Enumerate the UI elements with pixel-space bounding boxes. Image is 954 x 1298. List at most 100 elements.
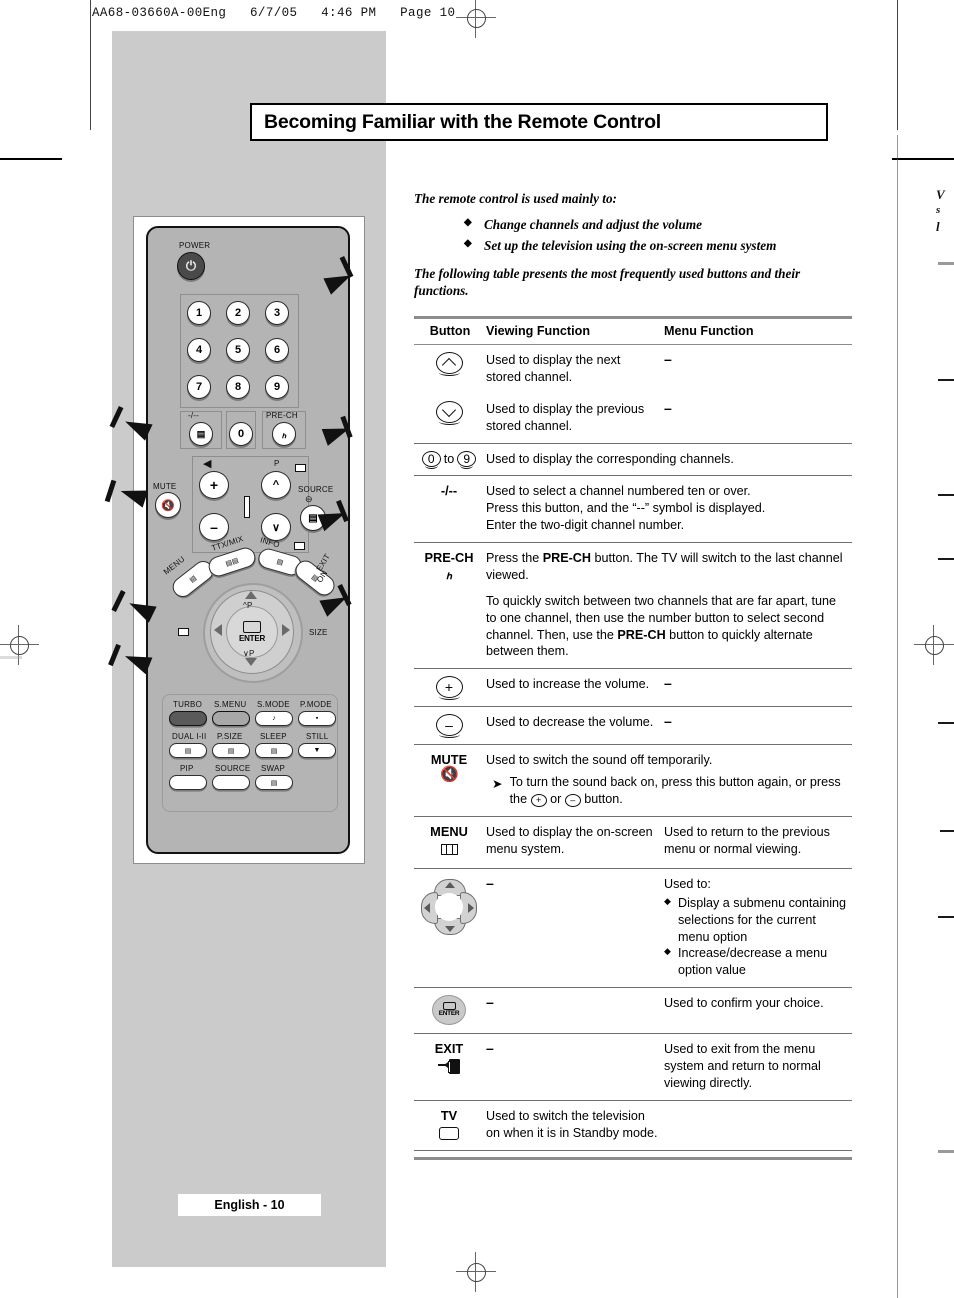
text-fragment: or (546, 792, 565, 806)
button-label-dash-slash: -/-- (440, 483, 458, 499)
menu-bullet-text: Increase/decrease a menu option value (678, 946, 828, 978)
edge-text-line: s (936, 204, 941, 217)
button-cell: PRE-CH ₕ (414, 543, 486, 668)
remote-body: POWER ⏻ 1 2 3 4 5 6 7 8 9 -/-- ▤ 0 PRE-C… (104, 226, 355, 854)
list-item: ◆ Set up the television using the on-scre… (464, 235, 854, 256)
remote-volume-down-button[interactable]: – (199, 513, 229, 541)
menu-function-cell: – (664, 675, 672, 692)
viewing-function-cell: – (486, 1040, 494, 1057)
remote-source2-label: SOURCE (215, 764, 251, 773)
remote-key-1[interactable]: 1 (187, 301, 211, 325)
number-nine-icon: 9 (457, 450, 477, 469)
remote-pre-ch-label: PRE-CH (266, 411, 298, 420)
remote-key-0[interactable]: 0 (229, 422, 253, 446)
viewing-function-cell: – (486, 874, 494, 891)
remote-p-mode-button[interactable]: ▪ (298, 711, 336, 726)
page-rule-right (897, 0, 899, 130)
button-label-tv: TV (440, 1107, 458, 1123)
remote-key-4[interactable]: 4 (187, 338, 211, 362)
diamond-bullet-icon: ◆ (664, 946, 671, 957)
remote-sleep-button[interactable]: ▤ (255, 743, 293, 758)
list-item: ◆ Increase/decrease a menu option value (664, 945, 850, 979)
remote-s-menu-button[interactable] (212, 711, 250, 726)
button-function-table: Button Viewing Function Menu Function Us… (414, 316, 852, 1160)
table-row: 0 to 9 Used to display the corresponding… (414, 444, 852, 477)
margin-tick (940, 830, 954, 833)
mute-note: ➤ To turn the sound back on, press this … (486, 774, 846, 808)
remote-swap-button[interactable]: ▤ (255, 775, 293, 790)
remote-s-menu-label: S.MENU (214, 700, 247, 709)
enter-arrow-icon (243, 621, 261, 633)
remote-key-5[interactable]: 5 (226, 338, 250, 362)
remote-source2-button[interactable] (212, 775, 250, 790)
remote-pre-ch-button[interactable]: ₕ (272, 422, 296, 446)
viewing-function-cell: Press the PRE-CH button. The TV will swi… (486, 543, 852, 668)
menu-icon (440, 843, 458, 855)
viewing-function-cell: Used to display the on-screen menu syste… (486, 824, 653, 856)
remote-mute-label: MUTE (153, 482, 177, 491)
table-row: EXIT – Used to exit from the menu system… (414, 1034, 852, 1101)
edge-text-line: l (936, 218, 940, 234)
pre-ch-swap-icon: ₕ (445, 567, 453, 583)
button-label-menu: MENU (430, 823, 468, 839)
table-row: -/-- Used to select a channel numbered t… (414, 476, 852, 543)
mute-icon: 🔇 (440, 766, 459, 784)
registration-mark-left (0, 625, 39, 665)
button-cell (414, 869, 486, 987)
remote-s-mode-button[interactable]: ♪ (255, 711, 293, 726)
page-rule-right-body (897, 135, 899, 1298)
remote-dash-slash-button[interactable]: ▤ (189, 422, 213, 446)
button-cell: MUTE 🔇 (414, 745, 486, 816)
remote-sleep-label: SLEEP (260, 732, 287, 741)
remote-power-button[interactable]: ⏻ (177, 252, 205, 280)
list-item: ◆ Display a submenu containing selections… (664, 895, 850, 946)
viewing-function-cell: Used to switch the television on when it… (486, 1108, 658, 1140)
column-header-button: Button (429, 324, 471, 338)
remote-volume-triangle-icon: ◀ (203, 458, 212, 470)
remote-pip-button[interactable] (169, 775, 207, 790)
remote-source-label: SOURCE (298, 485, 334, 494)
menu-function-cell: – (664, 351, 672, 367)
margin-tick (938, 494, 954, 497)
remote-s-mode-label: S.MODE (257, 700, 290, 709)
menu-bullet-text: Display a submenu containing selections … (678, 895, 847, 944)
remote-enter-label: ENTER (238, 634, 266, 643)
menu-function-cell: Used to confirm your choice. (664, 996, 824, 1011)
crop-mark-top-left (0, 158, 62, 160)
margin-tick (938, 1150, 954, 1153)
remote-dpad-down-p-label: ∨P (243, 649, 255, 658)
diamond-bullet-icon: ◆ (464, 238, 472, 250)
button-cell: – (414, 707, 486, 744)
remote-key-8[interactable]: 8 (226, 375, 250, 399)
remote-key-2[interactable]: 2 (226, 301, 250, 325)
remote-dual-button[interactable]: ▤ (169, 743, 207, 758)
button-label-pre-ch: PRE-CH (424, 550, 474, 565)
enter-icon: ENTER (432, 995, 466, 1026)
remote-key-3[interactable]: 3 (265, 301, 289, 325)
remote-key-7[interactable]: 7 (187, 375, 211, 399)
remote-turbo-button[interactable] (169, 711, 207, 726)
intro-bullet-text: Change channels and adjust the volume (484, 216, 702, 232)
remote-turbo-label: TURBO (173, 700, 202, 709)
remote-volume-up-button[interactable]: + (199, 471, 229, 499)
viewing-function-cell: Used to increase the volume. (486, 677, 650, 692)
remote-still-button[interactable]: ▼ (298, 743, 336, 758)
remote-key-6[interactable]: 6 (265, 338, 289, 362)
margin-tick (938, 916, 954, 919)
mute-description: Used to switch the sound off temporarily… (486, 753, 713, 768)
remote-channel-up-button[interactable]: ^ (261, 471, 291, 499)
remote-key-9[interactable]: 9 (265, 375, 289, 399)
menu-function-cell (664, 1101, 852, 1150)
diamond-bullet-icon: ◆ (464, 216, 472, 228)
diamond-bullet-icon: ◆ (664, 895, 671, 906)
remote-dpad-left-icon (214, 624, 222, 636)
registration-mark-top (456, 0, 496, 38)
remote-p-size-button[interactable]: ▤ (212, 743, 250, 758)
button-label-exit: EXIT (434, 1041, 464, 1057)
remote-p-size-label: P.SIZE (217, 732, 243, 741)
remote-mute-button[interactable]: 🔇 (155, 492, 181, 518)
viewing-function-cell: Used to switch the sound off temporarily… (486, 745, 852, 816)
volume-down-inline-icon: – (564, 793, 581, 807)
margin-tick (938, 262, 954, 265)
viewing-function-cell: Used to display the corresponding channe… (486, 451, 734, 466)
